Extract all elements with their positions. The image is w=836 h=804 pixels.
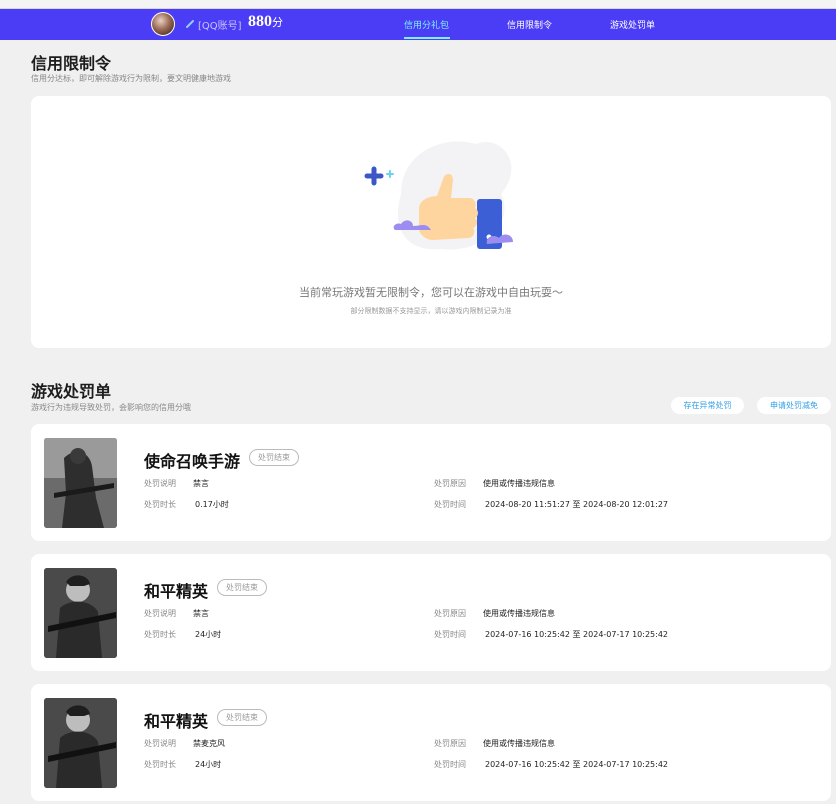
link-icon	[186, 20, 194, 28]
game-thumbnail	[44, 698, 117, 788]
time-value: 2024-07-16 10:25:42 至 2024-07-17 10:25:4…	[485, 760, 669, 769]
restriction-title: 信用限制令	[31, 54, 112, 73]
duration-value: 24小时	[195, 630, 222, 639]
reason-value: 使用或传播违规信息	[483, 609, 555, 618]
desc-value: 禁言	[193, 609, 209, 618]
time-value: 2024-07-16 10:25:42 至 2024-07-17 10:25:4…	[485, 630, 669, 639]
account-label[interactable]: [QQ账号]	[198, 17, 242, 32]
tab-credit-gift[interactable]: 信用分礼包	[404, 18, 449, 31]
duration-label: 处罚时长	[144, 760, 176, 769]
penalty-card: 使命召唤手游 处罚结束 处罚说明 禁言 处罚时长 0.17小时 处罚原因 使用或…	[31, 424, 831, 541]
browser-top-strip	[0, 0, 836, 9]
game-thumbnail	[44, 568, 117, 658]
duration-label: 处罚时长	[144, 630, 176, 639]
reason-value: 使用或传播违规信息	[483, 739, 555, 748]
tab-game-penalty[interactable]: 游戏处罚单	[610, 18, 655, 31]
desc-label: 处罚说明	[144, 609, 176, 618]
reason-label: 处罚原因	[434, 479, 466, 488]
status-badge: 处罚结束	[217, 709, 267, 726]
time-label: 处罚时间	[434, 500, 466, 509]
empty-state-note: 部分限制数据不支持显示，请以游戏内限制记录为准	[350, 307, 512, 315]
time-value: 2024-08-20 11:51:27 至 2024-08-20 12:01:2…	[485, 500, 669, 509]
game-thumbnail	[44, 438, 117, 528]
game-name: 使命召唤手游	[144, 452, 241, 471]
duration-label: 处罚时长	[144, 500, 176, 509]
penalty-card: 和平精英 处罚结束 处罚说明 禁麦克风 处罚时长 24小时 处罚原因 使用或传播…	[31, 684, 831, 801]
thumbs-up-icon	[364, 141, 513, 250]
empty-state-message: 当前常玩游戏暂无限制令，您可以在游戏中自由玩耍～	[299, 286, 563, 299]
time-label: 处罚时间	[434, 760, 466, 769]
status-badge: 处罚结束	[217, 579, 267, 596]
credit-score: 880分	[248, 13, 283, 30]
penalty-reduction-button[interactable]: 申请处罚减免	[757, 397, 831, 414]
duration-value: 24小时	[195, 760, 222, 769]
active-tab-indicator	[404, 37, 450, 39]
top-nav-bar: [QQ账号] 880分 信用分礼包 信用限制令 游戏处罚单	[0, 9, 836, 40]
restriction-subtitle: 信用分达标，即可解除游戏行为限制，要文明健康地游戏	[31, 74, 231, 83]
game-name: 和平精英	[144, 712, 209, 731]
penalty-card: 和平精英 处罚结束 处罚说明 禁言 处罚时长 24小时 处罚原因 使用或传播违规…	[31, 554, 831, 671]
desc-value: 禁言	[193, 479, 209, 488]
tab-credit-restriction[interactable]: 信用限制令	[507, 18, 552, 31]
game-name: 和平精英	[144, 582, 209, 601]
restriction-panel: 当前常玩游戏暂无限制令，您可以在游戏中自由玩耍～ 部分限制数据不支持显示，请以游…	[31, 96, 831, 348]
reason-label: 处罚原因	[434, 739, 466, 748]
time-label: 处罚时间	[434, 630, 466, 639]
status-badge: 处罚结束	[249, 449, 299, 466]
penalty-subtitle: 游戏行为违规导致处罚，会影响您的信用分哦	[31, 403, 191, 412]
reason-label: 处罚原因	[434, 609, 466, 618]
reason-value: 使用或传播违规信息	[483, 479, 555, 488]
duration-value: 0.17小时	[195, 500, 229, 509]
avatar[interactable]	[151, 12, 175, 36]
penalty-title: 游戏处罚单	[31, 382, 112, 401]
desc-label: 处罚说明	[144, 479, 176, 488]
desc-value: 禁麦克风	[193, 739, 225, 748]
desc-label: 处罚说明	[144, 739, 176, 748]
abnormal-penalty-button[interactable]: 存在异常处罚	[671, 397, 744, 414]
